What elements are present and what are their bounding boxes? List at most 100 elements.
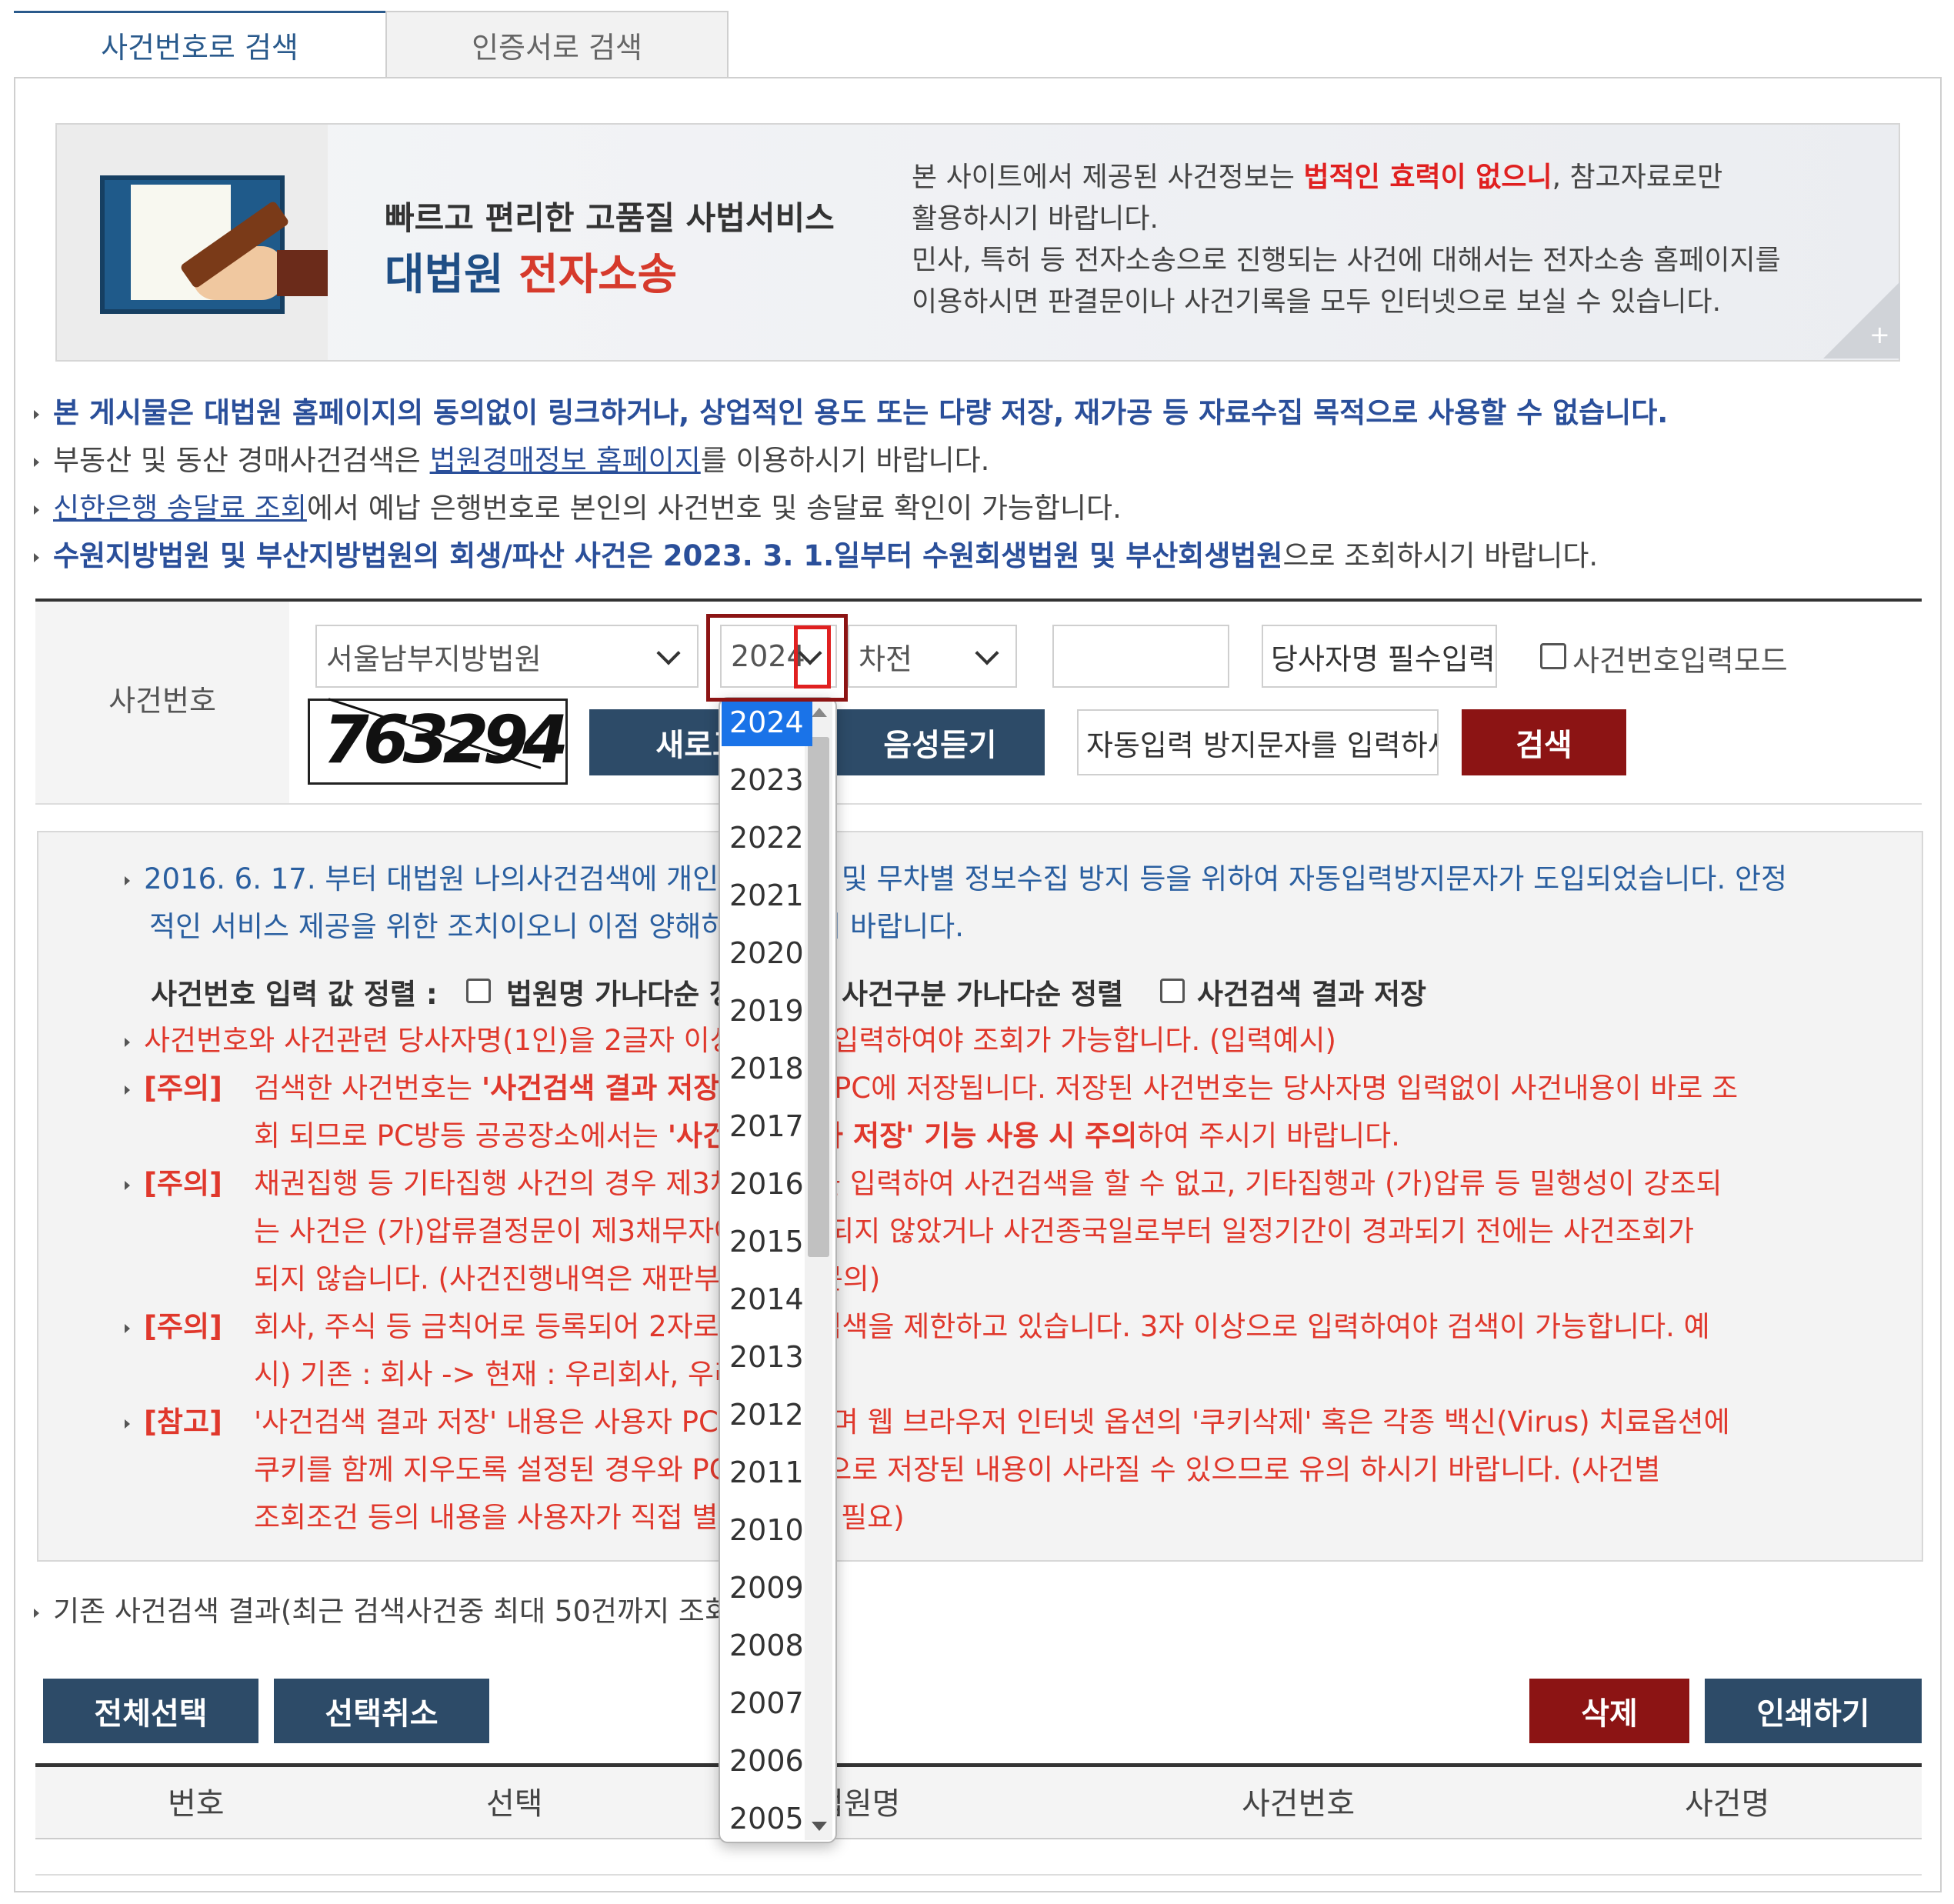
court-select[interactable]: 서울남부지방법원 bbox=[315, 625, 699, 688]
sort-type-label: 사건구분 가나다순 정렬 bbox=[842, 978, 1124, 1011]
year-option[interactable]: 2012 bbox=[722, 1391, 812, 1439]
info-text: 회 되므로 PC방등 공공장소에서는 bbox=[254, 1119, 668, 1152]
auction-site-link[interactable]: 법원경매정보 홈페이지 bbox=[430, 444, 701, 477]
banner-text-line4: 이용하시면 판결문이나 사건기록을 모두 인터넷으로 보실 수 있습니다. bbox=[912, 286, 1722, 318]
notice-text: 수원지방법원 및 부산지방법원의 회생/파산 사건은 2023. 3. 1.일부… bbox=[53, 539, 1283, 572]
year-option[interactable]: 2023 bbox=[722, 756, 812, 804]
year-option[interactable]: 2021 bbox=[722, 872, 812, 919]
party-name-input[interactable]: 당사자명 필수입력 bbox=[1262, 625, 1497, 688]
bullet-arrow-icon bbox=[125, 1037, 130, 1047]
year-option[interactable]: 2009 bbox=[722, 1564, 812, 1612]
scroll-down-icon[interactable] bbox=[812, 1822, 827, 1831]
info-line: 2016. 6. 17. 부터 대법원 나의사건검색에 개인정보 보호 및 무차… bbox=[125, 855, 1787, 897]
tab-label: 인증서로 검색 bbox=[472, 30, 642, 65]
note-1: [참고] bbox=[125, 1399, 222, 1440]
year-option[interactable]: 2022 bbox=[722, 814, 812, 862]
note-tag: [참고] bbox=[144, 1405, 222, 1439]
caution-2: [주의] bbox=[125, 1160, 222, 1202]
notice-rehabilitation: 수원지방법원 및 부산지방법원의 회생/파산 사건은 2023. 3. 1.일부… bbox=[34, 532, 1598, 574]
audio-label: 음성듣기 bbox=[883, 728, 997, 763]
year-option[interactable]: 2019 bbox=[722, 987, 812, 1035]
year-option[interactable]: 2015 bbox=[722, 1218, 812, 1265]
divider bbox=[35, 1874, 1922, 1876]
chevron-down-icon bbox=[656, 641, 681, 665]
column-header-select: 선택 bbox=[486, 1786, 543, 1822]
delete-label: 삭제 bbox=[1581, 1696, 1638, 1732]
notice-text: 부동산 및 동산 경매사건검색은 bbox=[53, 444, 430, 477]
deselect-label: 선택취소 bbox=[325, 1696, 438, 1732]
year-option[interactable]: 2007 bbox=[722, 1679, 812, 1727]
search-button[interactable]: 검색 bbox=[1462, 709, 1626, 775]
deselect-button[interactable]: 선택취소 bbox=[274, 1679, 489, 1743]
chevron-down-icon bbox=[975, 641, 999, 665]
scroll-up-icon[interactable] bbox=[812, 708, 827, 717]
bullet-arrow-icon bbox=[34, 409, 39, 419]
tab-certificate-search[interactable]: 인증서로 검색 bbox=[385, 11, 729, 77]
notice-shinhan: 신한은행 송달료 조회에서 예납 은행번호로 본인의 사건번호 및 송달료 확인… bbox=[34, 485, 1122, 526]
caution-3: [주의] bbox=[125, 1303, 222, 1345]
banner-text-b: , 참고자료로만 bbox=[1552, 162, 1723, 193]
year-option[interactable]: 2013 bbox=[722, 1333, 812, 1381]
save-result-checkbox[interactable] bbox=[1160, 979, 1185, 1003]
year-option[interactable]: 2014 bbox=[722, 1275, 812, 1323]
notice-text: 를 이용하시기 바랍니다. bbox=[700, 444, 990, 477]
court-value: 서울남부지방법원 bbox=[326, 642, 542, 676]
info-text: 검색한 사건번호는 bbox=[254, 1072, 482, 1105]
caution-tag: [주의] bbox=[144, 1072, 222, 1105]
info-text: 선택 시 PC에 저장됩니다. 저장된 사건번호는 당사자명 입력없이 사건내용… bbox=[728, 1072, 1739, 1105]
captcha-input[interactable]: 자동입력 방지문자를 입력하세요 bbox=[1077, 709, 1439, 775]
case-type-value: 차전 bbox=[859, 642, 912, 676]
year-option[interactable]: 2020 bbox=[722, 929, 812, 977]
info-line: '사건검색 결과 저장' 내용은 사용자 PC에 저장되며 웹 브라우저 인터넷… bbox=[254, 1405, 1730, 1439]
caution-tag: [주의] bbox=[144, 1167, 222, 1200]
year-option[interactable]: 2024 bbox=[722, 699, 812, 746]
caution-tag: [주의] bbox=[144, 1310, 222, 1343]
case-number-input[interactable] bbox=[1052, 625, 1229, 688]
year-option[interactable]: 2018 bbox=[722, 1045, 812, 1092]
notice-text: 에서 예납 은행번호로 본인의 사건번호 및 송달료 확인이 가능합니다. bbox=[306, 492, 1122, 525]
bullet-arrow-icon bbox=[125, 1180, 130, 1190]
info-text: 2016. 6. 17. 부터 대법원 나의사건검색에 개인정보 보호 및 무차… bbox=[144, 862, 1788, 895]
banner-text-highlight: 법적인 효력이 없으니 bbox=[1303, 162, 1552, 193]
notice-copyright: 본 게시물은 대법원 홈페이지의 동의없이 링크하거나, 상업적인 용도 또는 … bbox=[34, 389, 1668, 431]
year-dropdown-toggle-highlight bbox=[794, 625, 831, 689]
select-all-button[interactable]: 전체선택 bbox=[43, 1679, 258, 1743]
year-option[interactable]: 2008 bbox=[722, 1622, 812, 1669]
audio-button[interactable]: 음성듣기 bbox=[835, 709, 1045, 775]
year-option[interactable]: 2005 bbox=[722, 1795, 812, 1842]
info-text: 하여 주시기 바랍니다. bbox=[1137, 1119, 1400, 1152]
tab-label: 사건번호로 검색 bbox=[101, 31, 298, 65]
info-line: 채권집행 등 기타집행 사건의 경우 제3채무자명을 입력하여 사건검색을 할 … bbox=[254, 1167, 1722, 1200]
case-type-select[interactable]: 차전 bbox=[848, 625, 1017, 688]
column-header-case-number: 사건번호 bbox=[1242, 1786, 1355, 1822]
sleeve-shape bbox=[277, 250, 328, 296]
print-button[interactable]: 인쇄하기 bbox=[1705, 1679, 1922, 1743]
year-option[interactable]: 2017 bbox=[722, 1102, 812, 1150]
info-line: 적인 서비스 제공을 위한 조치이오니 이점 양해하여 주시기 바랍니다. bbox=[149, 910, 964, 943]
select-all-label: 전체선택 bbox=[94, 1696, 208, 1732]
divider bbox=[35, 803, 1922, 805]
info-text: '사건검색 결과 저장' bbox=[481, 1072, 729, 1105]
sort-court-checkbox[interactable] bbox=[466, 979, 491, 1003]
input-mode-checkbox[interactable] bbox=[1540, 643, 1566, 669]
year-option[interactable]: 2016 bbox=[722, 1160, 812, 1208]
bullet-arrow-icon bbox=[34, 1608, 39, 1618]
banner-description: 본 사이트에서 제공된 사건정보는 법적인 효력이 없으니, 참고자료로만 활용… bbox=[912, 157, 1873, 323]
info-line: 회사, 주식 등 금칙어로 등록되어 2자로 입력한 검색을 제한하고 있습니다… bbox=[254, 1310, 1710, 1343]
year-option[interactable]: 2010 bbox=[722, 1506, 812, 1554]
info-line: 검색한 사건번호는 '사건검색 결과 저장' 선택 시 PC에 저장됩니다. 저… bbox=[254, 1065, 1738, 1106]
shinhan-fee-link[interactable]: 신한은행 송달료 조회 bbox=[53, 492, 307, 525]
banner-title: 대법원 전자소송 bbox=[385, 240, 677, 302]
case-number-label: 사건번호 bbox=[108, 684, 216, 718]
plus-icon[interactable]: + bbox=[1869, 320, 1890, 349]
tab-case-number-search[interactable]: 사건번호로 검색 bbox=[14, 11, 385, 77]
delete-button[interactable]: 삭제 bbox=[1529, 1679, 1689, 1743]
banner-title-red: 전자소송 bbox=[519, 250, 678, 300]
bullet-arrow-icon bbox=[125, 1085, 130, 1095]
bullet-arrow-icon bbox=[34, 457, 39, 467]
captcha-text: 763294 bbox=[323, 702, 569, 779]
caution-1: [주의] bbox=[125, 1065, 222, 1106]
print-label: 인쇄하기 bbox=[1756, 1696, 1870, 1732]
year-option[interactable]: 2011 bbox=[722, 1449, 812, 1496]
year-option[interactable]: 2006 bbox=[722, 1737, 812, 1785]
